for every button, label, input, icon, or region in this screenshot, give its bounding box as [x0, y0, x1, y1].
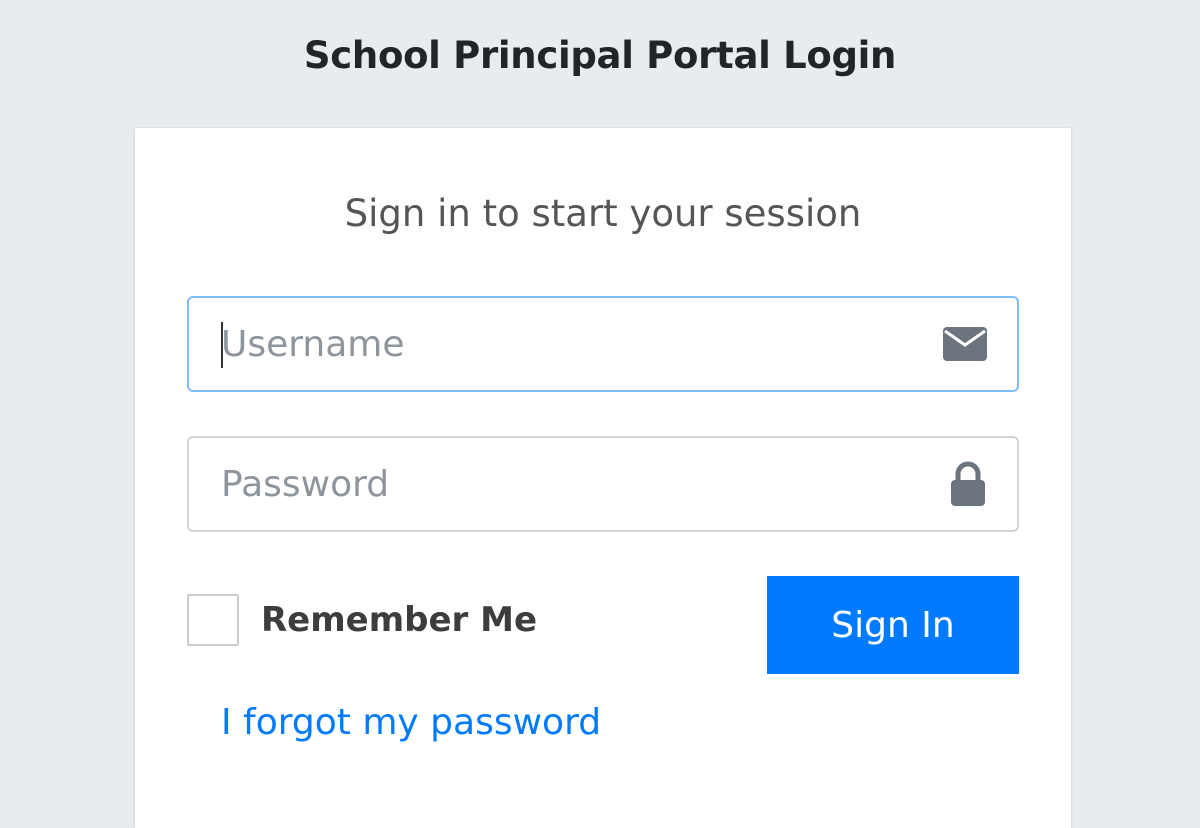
password-input[interactable]: [189, 438, 929, 530]
login-box-message: Sign in to start your session: [344, 192, 862, 235]
page-title: School Principal Portal Login: [303, 34, 897, 77]
remember-me-checkbox[interactable]: [187, 594, 239, 646]
username-field[interactable]: [187, 296, 1019, 392]
text-caret: [221, 322, 223, 368]
login-card: Sign in to start your session Remember M…: [135, 128, 1071, 828]
remember-me: Remember Me: [187, 592, 537, 648]
password-field[interactable]: [187, 436, 1019, 532]
lock-icon: [949, 438, 987, 530]
forgot-password-link[interactable]: I forgot my password: [221, 702, 601, 743]
username-input[interactable]: [189, 298, 929, 390]
envelope-icon: [943, 298, 987, 390]
sign-in-button[interactable]: Sign In: [767, 576, 1019, 674]
remember-me-label[interactable]: Remember Me: [261, 600, 537, 640]
